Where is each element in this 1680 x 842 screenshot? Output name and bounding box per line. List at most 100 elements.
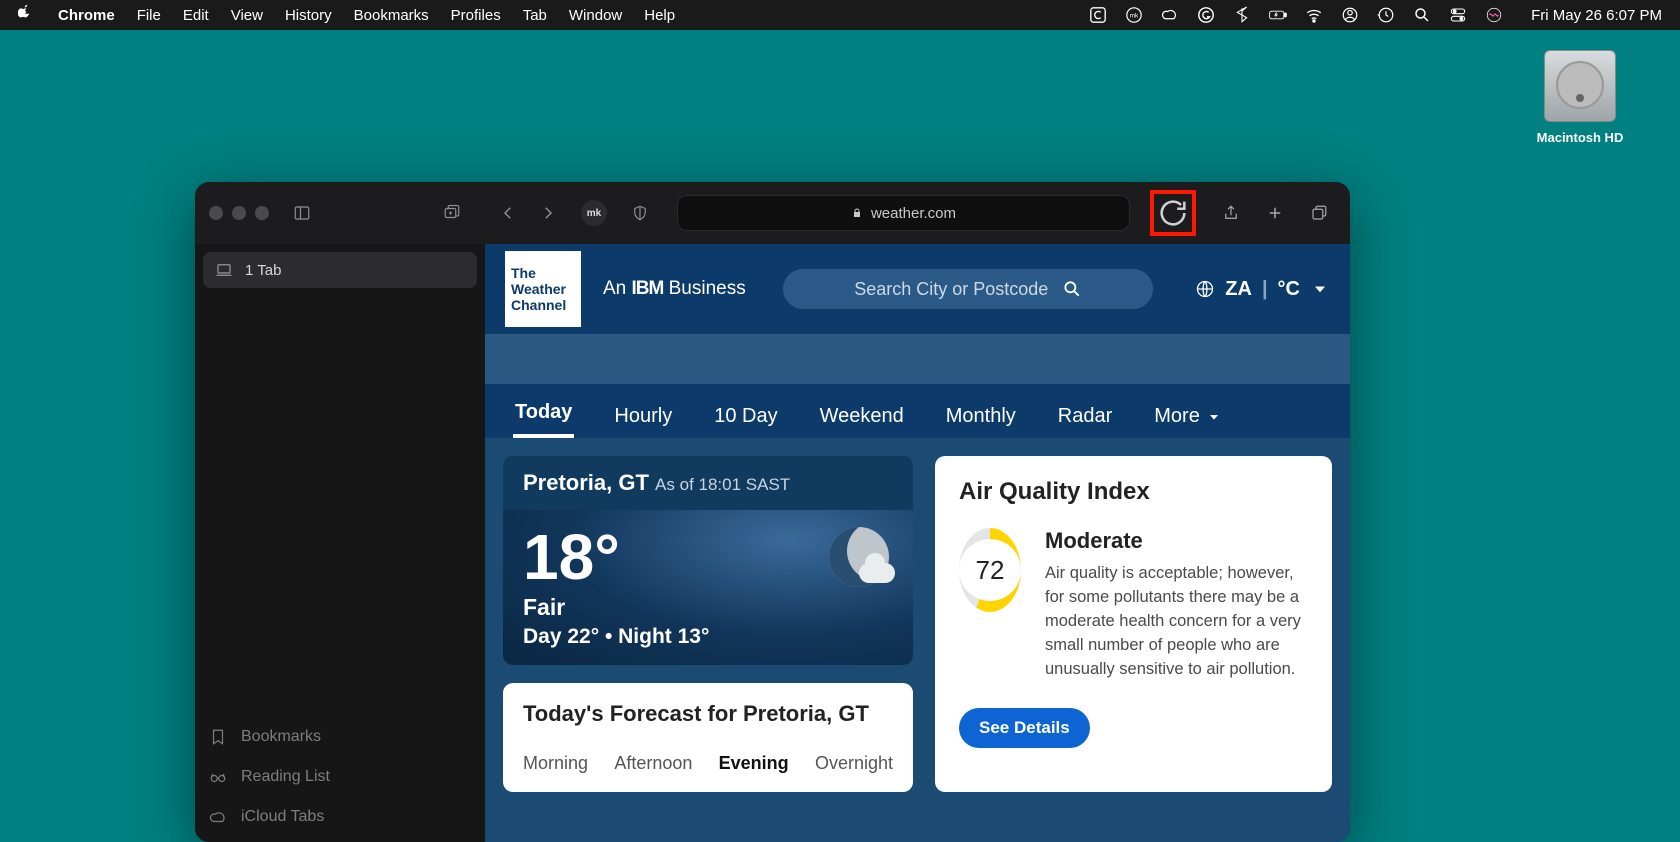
today-forecast-card: Today's Forecast for Pretoria, GT Mornin… [503,683,913,792]
menu-extra-mk-icon[interactable]: mk [1125,6,1143,24]
site-tagline: An IBM Business [603,278,746,300]
aqi-value: 72 [959,539,1021,601]
nav-today[interactable]: Today [513,391,574,438]
weather-channel-logo[interactable]: The Weather Channel [505,251,581,327]
address-text: weather.com [871,205,956,222]
current-condition: Fair [503,594,913,621]
sidebar-icloud-tabs[interactable]: iCloud Tabs [203,804,477,830]
cloud-icon [209,808,227,826]
sidebar-reading-list[interactable]: Reading List [203,764,477,790]
current-temp: 18° [523,520,620,594]
safari-window: mk weather.com 1 Tab Bookmarks Reading L… [195,182,1350,842]
timemachine-icon[interactable] [1377,6,1395,24]
creative-cloud-icon[interactable] [1161,6,1179,24]
grammarly-icon[interactable] [1197,6,1215,24]
daypart-evening[interactable]: Evening [719,753,789,774]
menu-window[interactable]: Window [569,7,622,24]
siri-icon[interactable] [1485,6,1503,24]
menu-profiles[interactable]: Profiles [451,7,501,24]
menu-view[interactable]: View [231,7,263,24]
tab-overview-button[interactable] [435,196,469,230]
menu-bookmarks[interactable]: Bookmarks [354,7,429,24]
tabs-button[interactable] [1302,196,1336,230]
daypart-morning[interactable]: Morning [523,753,588,774]
desktop-hdd[interactable]: Macintosh HD [1535,50,1625,145]
macos-menubar: Chrome File Edit View History Bookmarks … [0,0,1680,30]
spotlight-icon[interactable] [1413,6,1431,24]
sidebar-tab-group[interactable]: 1 Tab [203,252,477,288]
menu-tab[interactable]: Tab [523,7,547,24]
site-nav: Today Hourly 10 Day Weekend Monthly Rada… [485,384,1350,438]
sidebar-icloud-label: iCloud Tabs [241,808,324,826]
privacy-shield-button[interactable] [623,196,657,230]
active-app-name[interactable]: Chrome [58,7,115,24]
globe-icon [1195,279,1215,299]
locale-selector[interactable]: ZA | °C [1195,278,1330,301]
current-range: Day 22° • Night 13° [503,621,913,665]
sidebar-reading-label: Reading List [241,768,330,786]
hdd-label: Macintosh HD [1535,130,1625,145]
forward-button[interactable] [531,196,565,230]
share-button[interactable] [1214,196,1248,230]
address-bar[interactable]: weather.com [677,195,1130,231]
bookmark-icon [209,728,227,746]
menu-extra-c-icon[interactable] [1089,6,1107,24]
current-asof: As of 18:01 SAST [655,475,790,494]
sidebar-tabcount-label: 1 Tab [245,262,281,279]
nav-hourly[interactable]: Hourly [612,395,674,438]
locale-country: ZA [1225,278,1252,301]
wifi-icon[interactable] [1305,6,1323,24]
window-controls[interactable] [209,206,269,220]
lock-icon [851,206,863,220]
sidebar-toggle-button[interactable] [285,196,319,230]
night-fair-icon [829,527,889,587]
control-center-icon[interactable] [1449,6,1467,24]
page-content: The Weather Channel An IBM Business Sear… [485,244,1350,842]
forecast-title: Today's Forecast for Pretoria, GT [523,701,893,727]
menu-help[interactable]: Help [644,7,675,24]
nav-more[interactable]: More [1152,395,1224,438]
locale-unit: °C [1278,278,1300,301]
svg-text:mk: mk [1130,13,1139,20]
nav-weekend[interactable]: Weekend [818,395,906,438]
current-conditions-card: Pretoria, GT As of 18:01 SAST 18° Fair D… [503,456,913,665]
daypart-afternoon[interactable]: Afternoon [614,753,692,774]
glasses-icon [209,768,227,786]
aqi-details-button[interactable]: See Details [959,708,1090,748]
apple-menu-icon[interactable] [18,4,36,26]
menu-edit[interactable]: Edit [183,7,209,24]
menu-history[interactable]: History [285,7,332,24]
menu-file[interactable]: File [137,7,161,24]
site-subbar [485,334,1350,384]
site-search[interactable]: Search City or Postcode [783,269,1153,309]
user-icon[interactable] [1341,6,1359,24]
new-tab-button[interactable] [1258,196,1292,230]
daypart-overnight[interactable]: Overnight [815,753,893,774]
laptop-icon [215,263,233,277]
current-location: Pretoria, GT [523,470,649,495]
menubar-clock[interactable]: Fri May 26 6:07 PM [1531,7,1662,24]
aqi-card: Air Quality Index 72 Moderate Air qualit… [935,456,1332,792]
chevron-down-icon [1206,409,1222,425]
logo-line-1: The [511,265,575,281]
refresh-button[interactable] [1156,196,1190,230]
sidebar-bookmarks[interactable]: Bookmarks [203,724,477,750]
back-button[interactable] [491,196,525,230]
sidebar-bookmarks-label: Bookmarks [241,728,321,746]
nav-radar[interactable]: Radar [1056,395,1114,438]
aqi-dial: 72 [959,528,1021,612]
bluetooth-icon[interactable] [1233,6,1251,24]
nav-monthly[interactable]: Monthly [944,395,1018,438]
site-header: The Weather Channel An IBM Business Sear… [485,244,1350,334]
refresh-highlight-box [1150,190,1196,236]
logo-line-3: Channel [511,297,575,313]
battery-icon[interactable] [1269,6,1287,24]
aqi-description: Air quality is acceptable; however, for … [1045,562,1308,682]
chevron-down-icon [1310,279,1330,299]
nav-10day[interactable]: 10 Day [712,395,779,438]
extension-mk-icon[interactable]: mk [581,200,607,226]
aqi-title: Air Quality Index [959,478,1308,506]
search-icon [1062,279,1082,299]
logo-line-2: Weather [511,281,575,297]
search-placeholder: Search City or Postcode [854,279,1048,300]
